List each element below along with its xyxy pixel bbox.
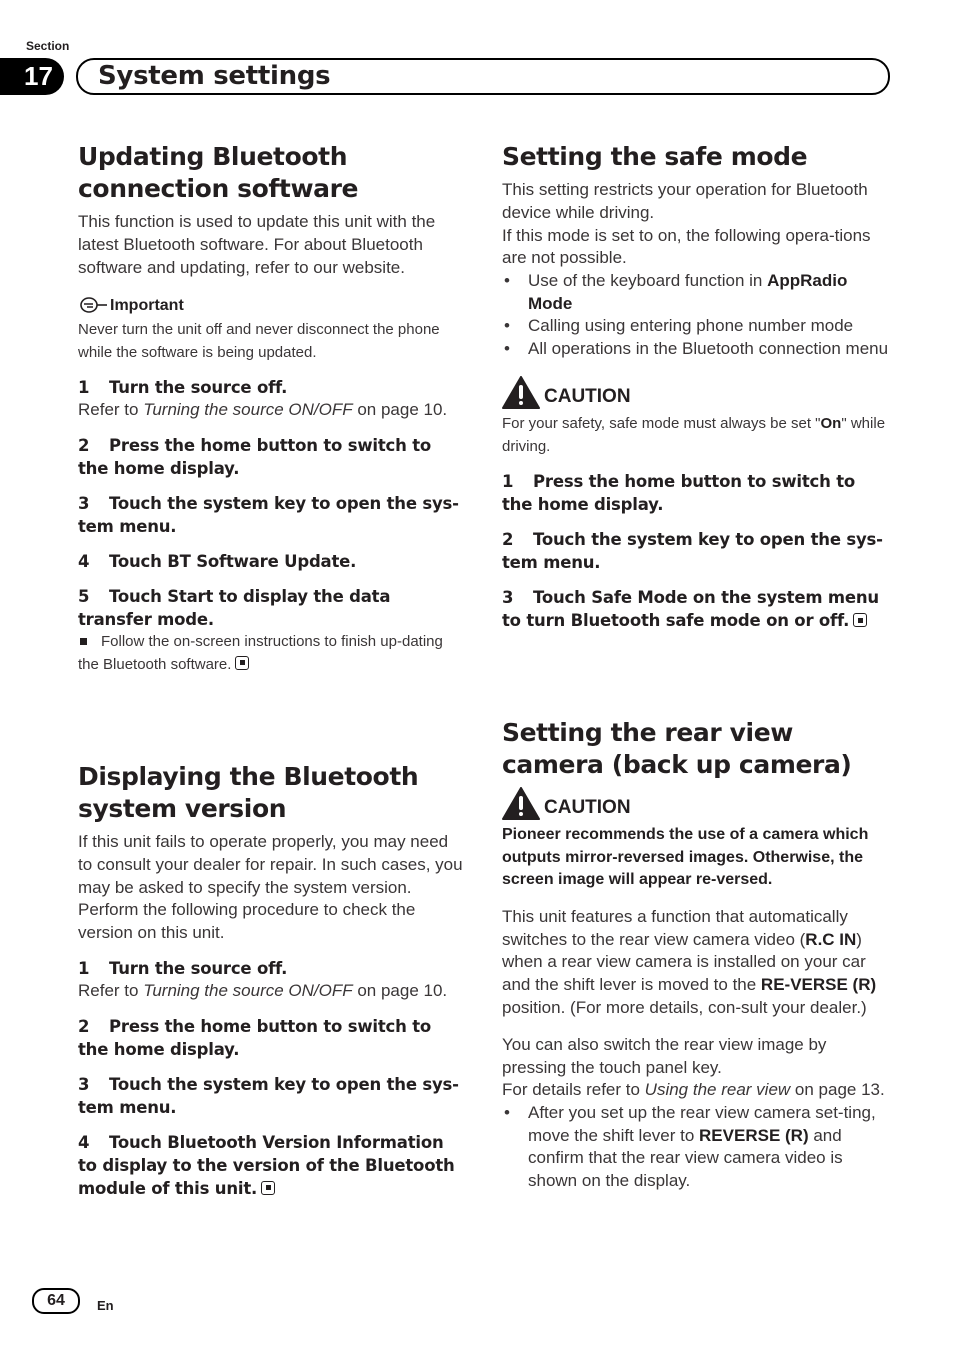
intro-paragraph: This function is used to update this uni… bbox=[78, 212, 436, 277]
step-4: 4 Touch Bluetooth Version Information to … bbox=[78, 1132, 455, 1198]
restriction-list: Use of the keyboard function in AppRadio… bbox=[502, 270, 890, 360]
cross-ref-link[interactable]: Turning the source ON/OFF bbox=[143, 400, 352, 419]
heading-safe-mode: Setting the safe mode bbox=[502, 142, 808, 171]
cross-ref-link[interactable]: Using the rear view bbox=[645, 1080, 791, 1099]
list-item: Use of the keyboard function in AppRadio… bbox=[502, 270, 890, 315]
step-2: 2 Touch the system key to open the sys-te… bbox=[502, 530, 883, 573]
step-1-ref: Refer to Turning the source ON/OFF on pa… bbox=[78, 400, 448, 420]
heading-displaying-bluetooth-version: Displaying the Bluetooth system version bbox=[78, 761, 466, 825]
important-text: Never turn the unit off and never discon… bbox=[78, 321, 440, 361]
important-heading: Important bbox=[78, 295, 466, 317]
body-paragraph: You can also switch the rear view image … bbox=[502, 1034, 827, 1077]
page-number: 64 bbox=[32, 1288, 80, 1314]
section-title: System settings bbox=[98, 61, 331, 91]
left-column: Updating Bluetooth connection software T… bbox=[78, 141, 466, 676]
step-3: 3 Touch the system key to open the sys-te… bbox=[78, 1074, 459, 1117]
heading-line: camera (back up camera) bbox=[502, 750, 852, 779]
list-item: Calling using entering phone number mode bbox=[502, 315, 890, 338]
warning-triangle-icon bbox=[502, 787, 540, 820]
caution-text: For your safety, safe mode must always b… bbox=[502, 415, 886, 455]
body-paragraph: For details refer to Using the rear view… bbox=[502, 1080, 885, 1100]
step-1: 1 Turn the source off. bbox=[78, 378, 288, 398]
section-label: Section bbox=[26, 39, 70, 53]
important-label: Important bbox=[110, 297, 184, 315]
heading-line: Updating Bluetooth bbox=[78, 142, 348, 171]
step-2: 2 Press the home button to switch to the … bbox=[78, 436, 432, 479]
step-3: 3 Touch Safe Mode on the system menu to t… bbox=[502, 588, 879, 631]
step-1-ref: Refer to Turning the source ON/OFF on pa… bbox=[78, 980, 448, 1000]
step-3: 3 Touch the system key to open the sys-te… bbox=[78, 494, 459, 537]
list-item: After you set up the rear view camera se… bbox=[502, 1102, 890, 1192]
heading-updating-bluetooth: Updating Bluetooth connection software bbox=[78, 141, 466, 205]
heading-line: connection software bbox=[78, 174, 359, 203]
step-4: 4 Touch BT Software Update. bbox=[78, 552, 357, 572]
end-mark-icon bbox=[261, 1180, 276, 1195]
caution-heading: CAUTION bbox=[502, 376, 890, 413]
list-item: All operations in the Bluetooth connecti… bbox=[502, 338, 890, 361]
warning-triangle-icon bbox=[502, 376, 540, 410]
important-icon bbox=[80, 297, 107, 314]
left-column-2: Displaying the Bluetooth system version … bbox=[78, 761, 466, 1200]
step-5: 5 Touch Start to display the data transfe… bbox=[78, 587, 391, 630]
right-column-2: Setting the rear view camera (back up ca… bbox=[502, 717, 890, 1192]
step-2: 2 Press the home button to switch to the … bbox=[78, 1016, 432, 1059]
step-1: 1 Press the home button to switch to the … bbox=[502, 472, 856, 515]
step-1: 1 Turn the source off. bbox=[78, 958, 288, 978]
note: Follow the on-screen instructions to fin… bbox=[78, 633, 443, 673]
heading-rear-view-camera: Setting the rear view camera (back up ca… bbox=[502, 717, 890, 781]
section-number-badge: 17 bbox=[0, 58, 64, 95]
heading-line: Displaying the Bluetooth bbox=[78, 762, 419, 791]
caution-heading: CAUTION bbox=[502, 787, 890, 824]
right-column: Setting the safe mode This setting restr… bbox=[502, 141, 890, 632]
cross-ref-link[interactable]: Turning the source ON/OFF bbox=[143, 981, 352, 1000]
language-code: En bbox=[97, 1298, 114, 1313]
note-square-icon bbox=[80, 637, 87, 645]
rear-camera-list: After you set up the rear view camera se… bbox=[502, 1102, 890, 1192]
intro-paragraph: If this unit fails to operate properly, … bbox=[78, 832, 463, 943]
caution-text: Pioneer recommends the use of a camera w… bbox=[502, 826, 869, 889]
intro-paragraph: If this mode is set to on, the following… bbox=[502, 225, 871, 268]
intro-paragraph: This setting restricts your operation fo… bbox=[502, 180, 868, 222]
heading-line: system version bbox=[78, 794, 287, 823]
body-paragraph: This unit features a function that autom… bbox=[502, 906, 877, 1017]
end-mark-icon bbox=[853, 613, 868, 628]
heading-line: Setting the rear view bbox=[502, 718, 793, 747]
section-title-bar: System settings bbox=[76, 58, 890, 95]
end-mark-icon bbox=[235, 655, 250, 670]
